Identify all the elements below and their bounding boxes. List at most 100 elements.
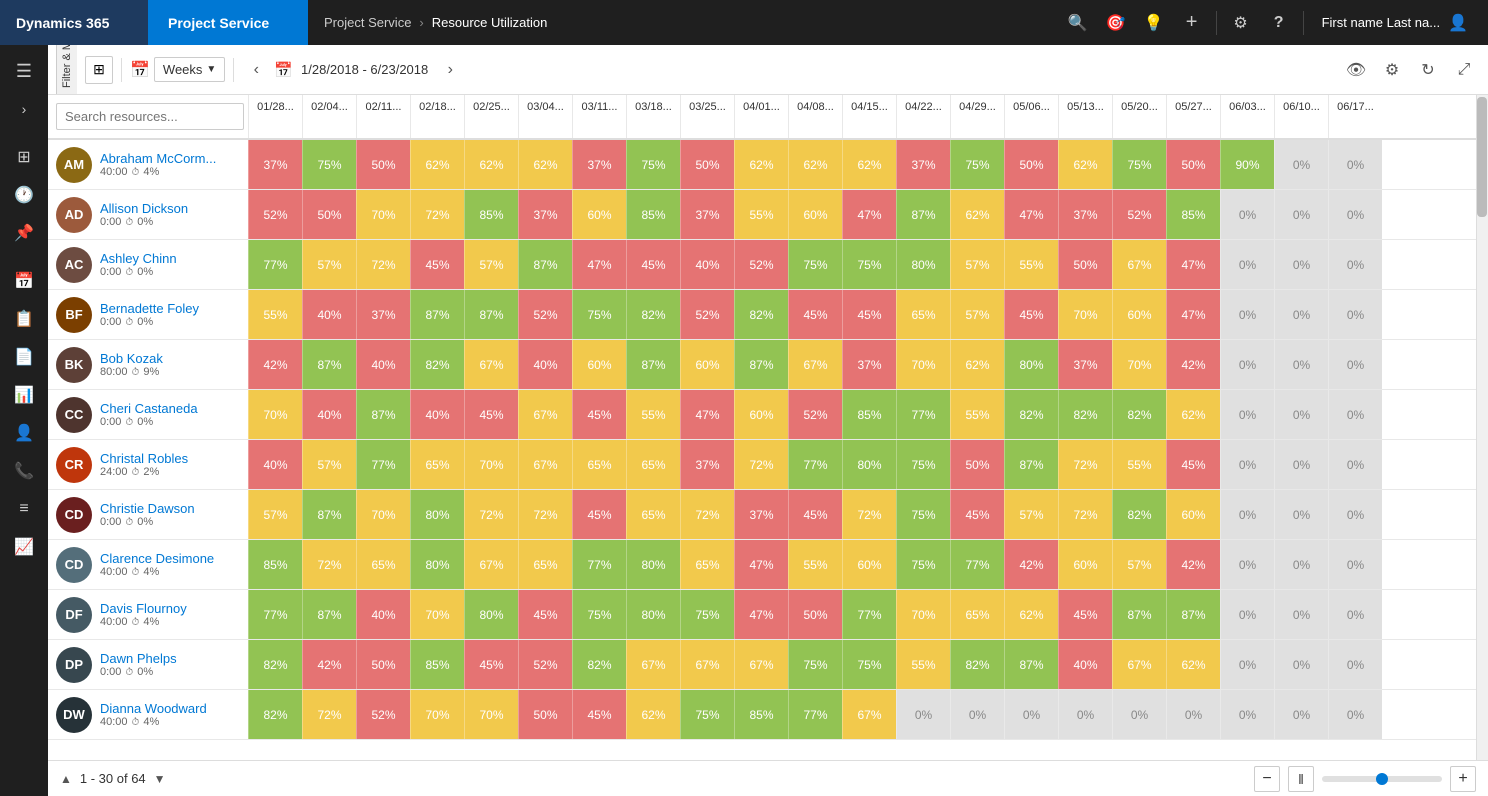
search-icon-btn[interactable]: 🔍: [1060, 0, 1096, 45]
zoom-in-btn[interactable]: +: [1450, 766, 1476, 792]
util-cell: 0%: [1274, 390, 1328, 439]
resource-name[interactable]: Davis Flournoy: [100, 601, 187, 616]
util-cell: 77%: [572, 540, 626, 589]
refresh-btn[interactable]: ↻: [1412, 54, 1444, 86]
util-cell: 75%: [572, 590, 626, 639]
sidebar-chart-icon[interactable]: 📊: [4, 377, 44, 413]
dynamics-365-nav[interactable]: Dynamics 365: [0, 0, 148, 45]
zoom-slider[interactable]: [1322, 776, 1442, 782]
util-cell: 62%: [950, 340, 1004, 389]
col-header-15: 05/13...: [1058, 95, 1112, 138]
user-profile[interactable]: First name Last na... 👤: [1310, 0, 1480, 45]
sidebar-list-icon[interactable]: ≡: [4, 491, 44, 527]
resource-name[interactable]: Bernadette Foley: [100, 301, 199, 316]
question-icon-btn[interactable]: ?: [1261, 0, 1297, 45]
filter-map-view-tab[interactable]: Filter & Map View: [56, 45, 77, 94]
page-up-btn[interactable]: ▲: [60, 772, 72, 786]
sidebar-report-icon[interactable]: 📈: [4, 529, 44, 565]
util-cell: 62%: [950, 190, 1004, 239]
search-resources-input[interactable]: [56, 103, 244, 130]
sidebar-expand-icon[interactable]: ›: [4, 91, 44, 127]
util-cell: 82%: [248, 640, 302, 689]
col-header-4: 02/25...: [464, 95, 518, 138]
util-cell: 65%: [680, 540, 734, 589]
resource-name[interactable]: Ashley Chinn: [100, 251, 177, 266]
util-cell: 77%: [248, 590, 302, 639]
util-cell: 57%: [1112, 540, 1166, 589]
zoom-out-btn[interactable]: −: [1254, 766, 1280, 792]
util-cell: 82%: [410, 340, 464, 389]
sidebar-person-icon[interactable]: 👤: [4, 415, 44, 451]
resource-name[interactable]: Abraham McCorm...: [100, 151, 216, 166]
sidebar-phone-icon[interactable]: 📞: [4, 453, 44, 489]
sidebar-tasks-icon[interactable]: 📋: [4, 301, 44, 337]
resource-name[interactable]: Bob Kozak: [100, 351, 163, 366]
sidebar-home-icon[interactable]: ⊞: [4, 139, 44, 175]
util-cell: 87%: [464, 290, 518, 339]
next-date-btn[interactable]: ›: [436, 56, 464, 84]
user-name: First name Last na...: [1322, 15, 1441, 30]
util-cell: 50%: [302, 190, 356, 239]
util-cell: 0%: [1004, 690, 1058, 739]
util-cell: 50%: [1166, 140, 1220, 189]
prev-date-btn[interactable]: ‹: [242, 56, 270, 84]
resource-name[interactable]: Cheri Castaneda: [100, 401, 198, 416]
util-cell: 77%: [248, 240, 302, 289]
expand-btn[interactable]: ⤢: [1448, 54, 1480, 86]
target-icon-btn[interactable]: 🎯: [1098, 0, 1134, 45]
util-cell: 0%: [1220, 490, 1274, 539]
project-service-nav[interactable]: Project Service: [148, 0, 308, 45]
util-cell: 47%: [1166, 240, 1220, 289]
resource-meta: 0:00⏱0%: [100, 516, 195, 528]
util-cell: 45%: [572, 390, 626, 439]
util-cell: 90%: [1220, 140, 1274, 189]
util-cell: 65%: [410, 440, 464, 489]
resource-meta: 0:00⏱0%: [100, 216, 188, 228]
sidebar-docs-icon[interactable]: 📄: [4, 339, 44, 375]
util-cell: 45%: [788, 490, 842, 539]
bulb-icon-btn[interactable]: 💡: [1136, 0, 1172, 45]
pause-btn[interactable]: ‖: [1288, 766, 1314, 792]
resource-meta: 0:00⏱0%: [100, 316, 199, 328]
util-cell: 70%: [1112, 340, 1166, 389]
util-cell: 0%: [1274, 240, 1328, 289]
util-cell: 72%: [302, 690, 356, 739]
avatar: BF: [56, 297, 92, 333]
util-cell: 50%: [788, 590, 842, 639]
gear-icon-btn[interactable]: ⚙: [1223, 0, 1259, 45]
util-cell: 50%: [356, 640, 410, 689]
sidebar-menu-icon[interactable]: ☰: [4, 53, 44, 89]
util-cell: 40%: [680, 240, 734, 289]
grid-view-btn[interactable]: ⊞: [85, 56, 113, 84]
util-cell: 40%: [248, 440, 302, 489]
util-cell: 67%: [1112, 640, 1166, 689]
util-cell: 45%: [626, 240, 680, 289]
page-down-btn[interactable]: ▼: [154, 772, 166, 786]
util-cell: 75%: [896, 490, 950, 539]
util-cell: 47%: [842, 190, 896, 239]
util-cell: 45%: [464, 390, 518, 439]
sidebar-pinned-icon[interactable]: 📌: [4, 215, 44, 251]
plus-icon-btn[interactable]: +: [1174, 0, 1210, 45]
util-cell: 57%: [248, 490, 302, 539]
resource-name[interactable]: Clarence Desimone: [100, 551, 214, 566]
breadcrumb-item-1[interactable]: Project Service: [324, 15, 411, 30]
resource-name[interactable]: Dawn Phelps: [100, 651, 177, 666]
resource-name[interactable]: Dianna Woodward: [100, 701, 207, 716]
weeks-dropdown[interactable]: Weeks ▼: [154, 57, 225, 82]
settings-btn[interactable]: ⚙: [1376, 54, 1408, 86]
util-cell: 57%: [950, 290, 1004, 339]
util-cell: 67%: [1112, 240, 1166, 289]
eye-view-btn[interactable]: 👁: [1340, 54, 1372, 86]
util-cell: 60%: [842, 540, 896, 589]
resource-name[interactable]: Christie Dawson: [100, 501, 195, 516]
util-cell: 0%: [950, 690, 1004, 739]
resource-name[interactable]: Allison Dickson: [100, 201, 188, 216]
resource-meta: 40:00⏱4%: [100, 716, 207, 728]
sidebar-recent-icon[interactable]: 🕐: [4, 177, 44, 213]
resource-name[interactable]: Christal Robles: [100, 451, 188, 466]
sidebar-calendar-icon[interactable]: 📅: [4, 263, 44, 299]
util-cell: 55%: [1112, 440, 1166, 489]
util-cell: 40%: [302, 390, 356, 439]
resource-meta: 0:00⏱0%: [100, 416, 198, 428]
